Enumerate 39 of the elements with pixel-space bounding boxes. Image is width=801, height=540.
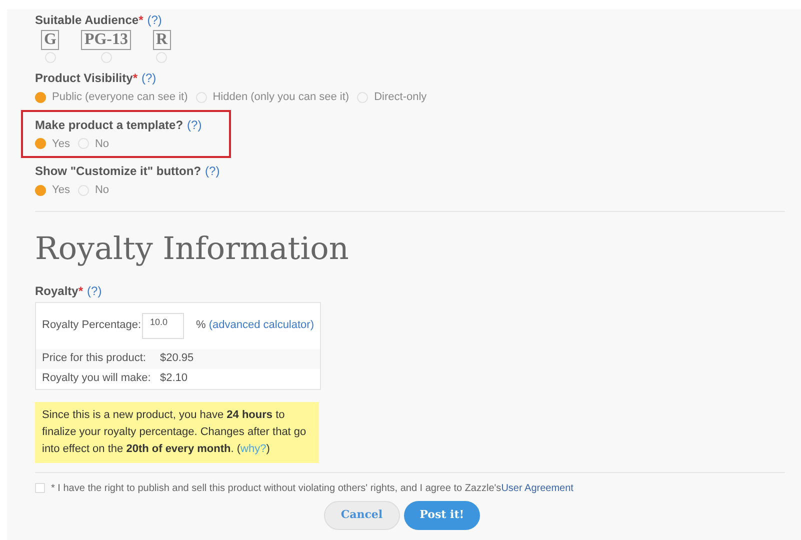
help-link[interactable]: (?) <box>147 11 162 29</box>
cancel-button[interactable]: Cancel <box>324 500 400 530</box>
option-label: No <box>94 183 110 198</box>
row-value: $2.10 <box>160 371 188 386</box>
section-heading: Royalty Information <box>35 230 350 268</box>
row-value: $20.95 <box>160 351 194 366</box>
option-label: Direct-only <box>374 90 427 105</box>
calculator-link[interactable]: (advanced calculator) <box>208 317 314 334</box>
rating-badge: G <box>41 30 60 50</box>
radio-button[interactable] <box>35 138 46 150</box>
rating-badge: PG-13 <box>81 30 131 50</box>
row-label: Price for this product: <box>42 351 147 366</box>
field-label: Product Visibility* <box>35 70 138 87</box>
row-label: Royalty you will make: <box>42 371 152 386</box>
percent-sign: % <box>196 318 206 334</box>
help-link[interactable]: (?) <box>205 162 220 180</box>
field-label: Suitable Audience* <box>35 12 144 29</box>
field-label: Show "Customize it" button? <box>35 163 202 180</box>
help-link[interactable]: (?) <box>187 116 202 134</box>
agreement-checkbox[interactable] <box>35 483 45 493</box>
rating-badge: R <box>153 30 171 50</box>
field-label: Make product a template? <box>35 116 184 134</box>
post-button[interactable]: Post it! <box>404 500 480 530</box>
percentage-input[interactable]: 10.0 <box>142 312 184 338</box>
help-link[interactable]: (?) <box>87 282 102 300</box>
option-label: Public (everyone can see it) <box>52 90 188 105</box>
option-label: Yes <box>52 183 70 198</box>
option-label: Yes <box>52 136 70 152</box>
why-link[interactable]: why? <box>240 442 266 454</box>
row-label: Royalty Percentage: <box>42 318 142 334</box>
radio-button[interactable] <box>35 184 46 196</box>
notice-text: Since this is a new product, you have 24 hours to finalize your royalty percentage. Changes after that go into effect on the 20th of every month. (why?) <box>35 402 319 462</box>
option-label: Hidden (only you can see it) <box>212 90 350 105</box>
radio-button[interactable] <box>35 92 46 103</box>
agreement-text: * I have the right to publish and sell this product without violating others' rights, and I agree to Zazzle'sUser Agreement <box>51 482 574 496</box>
option-label: No <box>94 136 110 152</box>
user-agreement-link[interactable]: User Agreement <box>501 482 574 494</box>
help-link[interactable]: (?) <box>141 69 156 87</box>
field-label: Royalty* <box>35 282 84 300</box>
